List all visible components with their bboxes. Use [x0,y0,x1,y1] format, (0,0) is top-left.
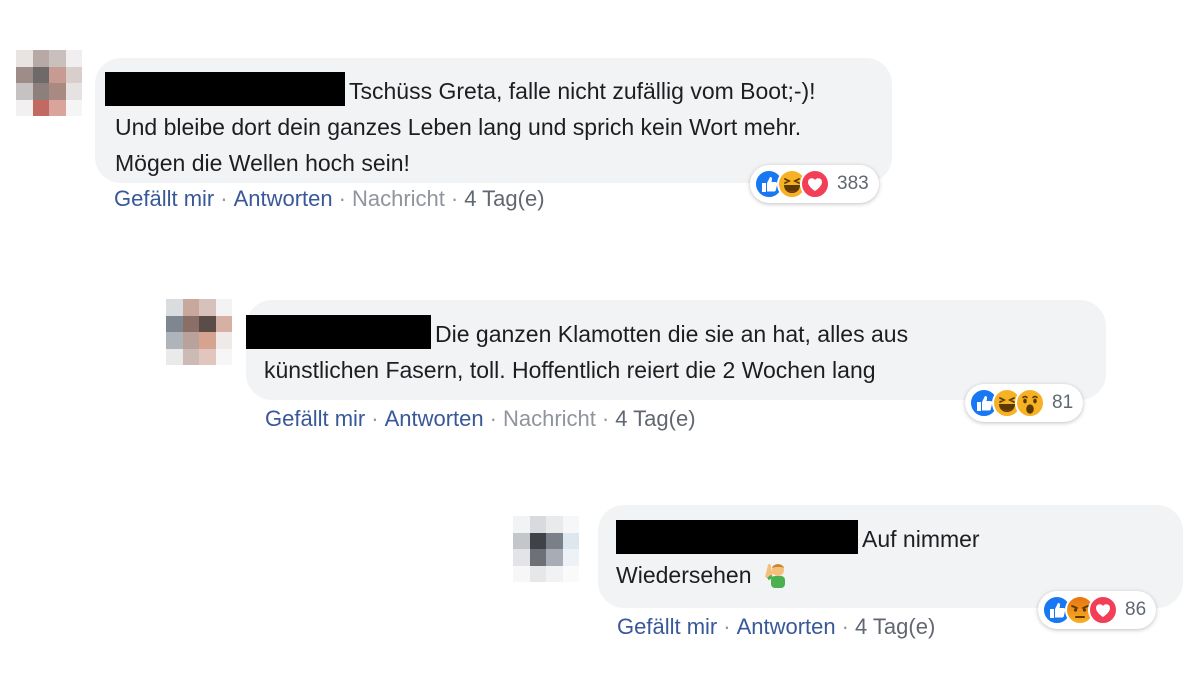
comment-text: künstlichen Fasern, toll. Hoffentlich re… [264,357,876,383]
comment-text: Und bleibe dort dein ganzes Leben lang u… [115,114,802,140]
message-link[interactable]: Nachricht [503,406,596,431]
reactions-summary[interactable]: 81 [965,384,1084,422]
redacted-name [246,315,431,349]
timestamp[interactable]: 4 Tag(e) [464,186,544,211]
wow-icon [1015,388,1045,418]
timestamp[interactable]: 4 Tag(e) [855,614,935,639]
timestamp[interactable]: 4 Tag(e) [615,406,695,431]
avatar[interactable] [16,50,82,116]
reactions-summary[interactable]: 86 [1038,591,1157,629]
comment-text: Auf nimmer [862,526,980,552]
comment-text: Die ganzen Klamotten die sie an hat, all… [435,321,909,347]
redacted-name [616,520,858,554]
like-link[interactable]: Gefällt mir [617,614,717,639]
redacted-name [105,72,345,106]
avatar[interactable] [166,299,232,365]
reply-link[interactable]: Antworten [234,186,333,211]
comment-text: Tschüss Greta, falle nicht zufällig vom … [349,78,816,104]
comment-actions: Gefällt mir · Antworten · Nachricht · 4 Tag(e) [114,186,545,211]
like-link[interactable]: Gefällt mir [265,406,365,431]
love-icon [800,169,830,199]
message-link[interactable]: Nachricht [352,186,445,211]
reaction-count: 383 [837,173,869,194]
love-icon [1088,595,1118,625]
comment-actions: Gefällt mir · Antworten · 4 Tag(e) [617,614,936,639]
reply-link[interactable]: Antworten [385,406,484,431]
reaction-count: 86 [1125,599,1147,620]
reply-link[interactable]: Antworten [737,614,836,639]
comment-actions: Gefällt mir · Antworten · Nachricht · 4 Tag(e) [265,406,696,431]
comment-text: Wiedersehen [616,562,752,588]
avatar[interactable] [513,516,579,582]
reactions-summary[interactable]: 383 [750,165,879,203]
reaction-count: 81 [1052,392,1074,413]
person-waving-emoji-icon [762,559,792,599]
like-link[interactable]: Gefällt mir [114,186,214,211]
